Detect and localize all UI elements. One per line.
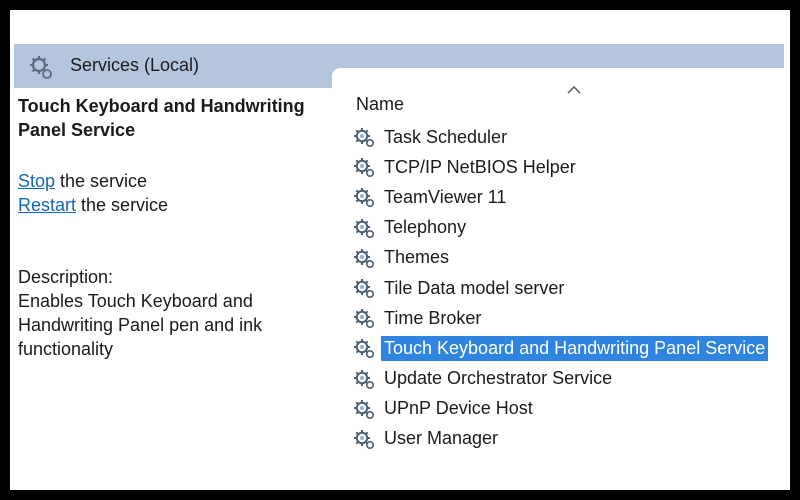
service-gear-icon [350, 216, 380, 240]
restart-link[interactable]: Restart [18, 195, 76, 215]
service-name-label: User Manager [384, 428, 499, 449]
services-title: Services (Local) [70, 55, 200, 75]
service-gear-icon [350, 125, 380, 149]
service-row[interactable]: Themes [350, 243, 784, 273]
name-column-header[interactable]: Name [356, 94, 404, 115]
service-name-label: Touch Keyboard and Handwriting Panel Ser… [381, 335, 769, 361]
service-gear-icon [350, 246, 380, 270]
service-name-label: Time Broker [384, 307, 482, 328]
stop-action: Stop the service [18, 169, 328, 193]
service-row[interactable]: TCP/IP NetBIOS Helper [350, 152, 784, 182]
service-row[interactable]: User Manager [350, 424, 784, 454]
service-gear-icon [350, 397, 380, 421]
service-name-label: Themes [384, 247, 450, 268]
service-gear-icon [350, 306, 380, 330]
service-name-label: Update Orchestrator Service [384, 368, 613, 389]
service-row[interactable]: Time Broker [350, 303, 784, 333]
service-gear-icon [350, 336, 380, 360]
service-gear-icon [350, 276, 380, 300]
service-name-label: Telephony [384, 217, 467, 238]
restart-action: Restart the service [18, 193, 328, 217]
service-name-label: UPnP Device Host [384, 398, 533, 419]
service-gear-icon [350, 427, 380, 451]
stop-link[interactable]: Stop [18, 171, 55, 191]
service-gear-icon [350, 155, 380, 179]
service-row[interactable]: Update Orchestrator Service [350, 364, 784, 394]
service-row[interactable]: TeamViewer 11 [350, 182, 784, 212]
stop-action-text: the service [55, 171, 148, 191]
services-window: Services (Local) Touch Keyboard and Hand… [10, 10, 790, 490]
selected-service-name: Touch Keyboard and Handwriting Panel Ser… [18, 96, 305, 140]
service-name-label: Task Scheduler [384, 126, 508, 147]
service-gear-icon [350, 367, 380, 391]
description-label: Description: [18, 267, 114, 287]
service-row[interactable]: UPnP Device Host [350, 394, 784, 424]
restart-action-text: the service [76, 195, 169, 215]
service-name-label: TeamViewer 11 [384, 186, 507, 207]
description-text: Enables Touch Keyboard and Handwriting P… [18, 291, 263, 359]
service-row[interactable]: Telephony [350, 213, 784, 243]
service-name-label: Tile Data model server [384, 277, 565, 298]
service-name-label: TCP/IP NetBIOS Helper [384, 156, 576, 177]
services-list: Task Scheduler TCP/IP NetBIOS Helper TeamV… [350, 122, 784, 454]
services-gear-icon [28, 54, 54, 85]
service-row[interactable]: Tile Data model server [350, 273, 784, 303]
service-row[interactable]: Task Scheduler [350, 122, 784, 152]
service-row[interactable]: Touch Keyboard and Handwriting Panel Ser… [350, 333, 784, 363]
service-details-pane: Touch Keyboard and Handwriting Panel Ser… [18, 94, 328, 361]
sort-ascending-icon [567, 82, 581, 100]
service-gear-icon [350, 185, 380, 209]
